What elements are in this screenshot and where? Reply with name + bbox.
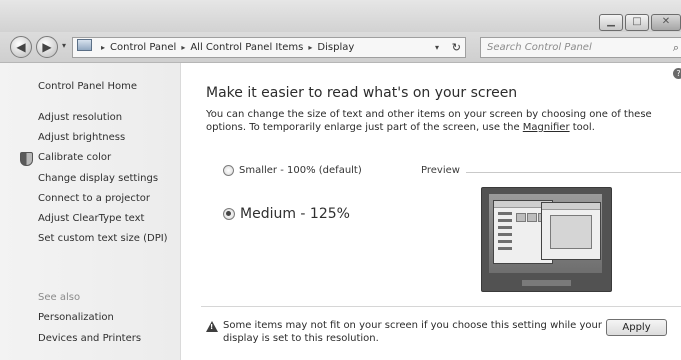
- section-divider: [201, 306, 681, 307]
- option-medium-label[interactable]: Medium - 125%: [240, 206, 350, 222]
- back-button[interactable]: ◀: [10, 36, 32, 58]
- breadcrumb-all-items[interactable]: All Control Panel Items: [190, 42, 303, 53]
- preview-window-front: [541, 202, 601, 260]
- close-button[interactable]: ✕: [651, 14, 681, 31]
- sidebar-devices-printers[interactable]: Devices and Printers: [38, 333, 141, 344]
- warning-glyph: !: [210, 323, 214, 331]
- sidebar-control-panel-home[interactable]: Control Panel Home: [38, 81, 137, 92]
- monitor-stand: [522, 280, 571, 286]
- help-icon[interactable]: ?: [673, 68, 681, 79]
- navigation-bar: ◀ ▶ ▾ ▸ Control Panel ▸ All Control Panel I…: [0, 32, 681, 63]
- description-text-end: tool.: [569, 122, 595, 133]
- search-placeholder: Search Control Panel: [487, 42, 592, 53]
- chevron-right-icon[interactable]: ▸: [181, 43, 185, 52]
- sidebar: Control Panel Home Adjust resolution Adj…: [0, 63, 181, 360]
- sidebar-adjust-cleartype[interactable]: Adjust ClearType text: [38, 213, 144, 224]
- control-panel-icon: [77, 39, 92, 51]
- preview-divider: [466, 172, 681, 173]
- option-smaller-label[interactable]: Smaller - 100% (default): [239, 165, 362, 176]
- chevron-right-icon[interactable]: ▸: [308, 43, 312, 52]
- search-icon[interactable]: ⌕: [673, 38, 679, 57]
- sidebar-adjust-resolution[interactable]: Adjust resolution: [38, 112, 122, 123]
- radio-medium[interactable]: [223, 208, 235, 220]
- sidebar-adjust-brightness[interactable]: Adjust brightness: [38, 132, 125, 143]
- refresh-icon[interactable]: ↻: [452, 38, 461, 57]
- window-controls: ▁ □ ✕: [597, 14, 681, 31]
- magnifier-link[interactable]: Magnifier: [523, 122, 570, 133]
- address-dropdown-icon[interactable]: ▾: [435, 38, 439, 57]
- page-title: Make it easier to read what's on your sc…: [206, 85, 518, 101]
- apply-button[interactable]: Apply: [606, 319, 667, 336]
- preview-monitor: [481, 187, 612, 292]
- option-smaller[interactable]: Smaller - 100% (default): [223, 165, 362, 176]
- preview-label: Preview: [421, 165, 460, 176]
- search-input[interactable]: Search Control Panel ⌕: [480, 37, 681, 58]
- forward-button[interactable]: ▶: [36, 36, 58, 58]
- sidebar-custom-text-size[interactable]: Set custom text size (DPI): [38, 233, 168, 244]
- maximize-button[interactable]: □: [625, 14, 649, 31]
- recent-pages-icon[interactable]: ▾: [62, 41, 66, 50]
- option-medium[interactable]: Medium - 125%: [223, 206, 350, 222]
- warning-text: Some items may not fit on your screen if…: [223, 320, 602, 344]
- preview-screen: [489, 194, 602, 273]
- sidebar-personalization[interactable]: Personalization: [38, 312, 114, 323]
- shield-icon: [20, 152, 33, 166]
- warning-icon: !: [206, 321, 218, 332]
- page-description: You can change the size of text and othe…: [206, 108, 678, 134]
- breadcrumb-display[interactable]: Display: [317, 42, 354, 53]
- chevron-right-icon[interactable]: ▸: [101, 43, 105, 52]
- minimize-button[interactable]: ▁: [599, 14, 623, 31]
- main-content: ? Make it easier to read what's on your …: [181, 63, 681, 360]
- address-bar[interactable]: ▸ Control Panel ▸ All Control Panel Items ▸ D…: [72, 37, 466, 58]
- breadcrumb-control-panel[interactable]: Control Panel: [110, 42, 176, 53]
- see-also-heading: See also: [38, 292, 81, 303]
- sidebar-connect-projector[interactable]: Connect to a projector: [38, 193, 150, 204]
- title-bar: ▁ □ ✕: [0, 0, 681, 32]
- sidebar-change-display-settings[interactable]: Change display settings: [38, 173, 158, 184]
- radio-smaller[interactable]: [223, 165, 234, 176]
- sidebar-calibrate-color[interactable]: Calibrate color: [38, 152, 111, 163]
